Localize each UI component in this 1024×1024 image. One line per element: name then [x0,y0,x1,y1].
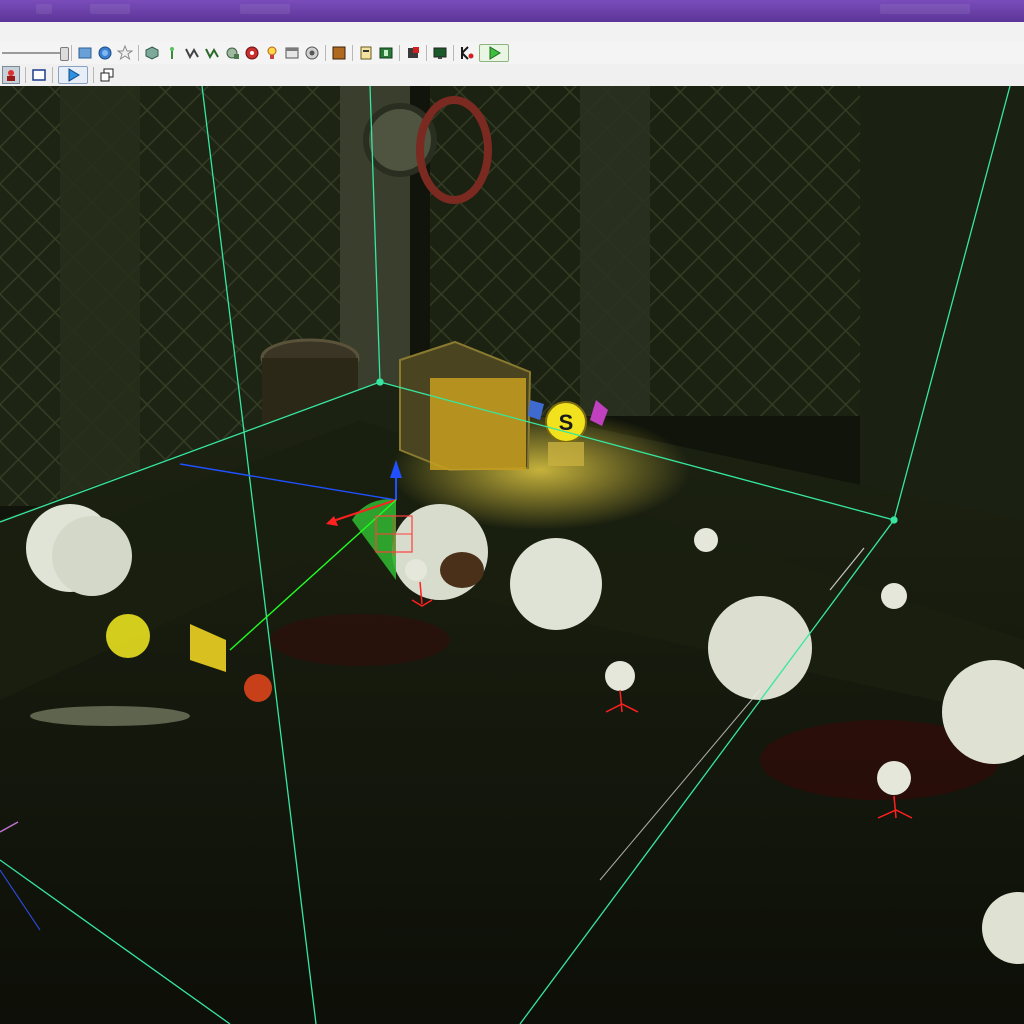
metal-pillar [60,86,140,516]
decal-sprite-small [694,528,718,552]
corner-pillar [860,86,1024,526]
globe-icon[interactable] [97,45,113,61]
texture-icon[interactable] [331,45,347,61]
actor-red-icon[interactable] [2,66,20,84]
viewport-toolbar [0,64,1024,87]
red-object [244,674,272,702]
viewport-frame-icon[interactable] [31,67,47,83]
play-icon[interactable] [479,44,509,62]
decal-sprite-small [405,559,427,581]
toolbar-separator [138,45,139,61]
play-blue-icon[interactable] [58,66,88,84]
script-icon[interactable] [358,45,374,61]
decal-sprite [708,596,812,700]
kismet-icon[interactable] [459,45,475,61]
mesh-icon[interactable] [144,45,160,61]
pin-icon[interactable] [164,45,180,61]
export-icon[interactable] [405,45,421,61]
editor-toolbar [0,42,1024,65]
path-icon[interactable] [184,45,200,61]
viewport-scene: S [0,86,1024,1024]
title-bar-ghost-text [36,4,52,14]
toolbar-separator [25,67,26,83]
decal-sprite-small [877,761,911,795]
yellow-light-sprite [106,614,150,658]
blood-stain [270,614,450,666]
decal-sprite-small [605,661,635,691]
window-title-bar [0,0,1024,22]
metal-pillar [580,86,650,416]
film-icon[interactable] [378,45,394,61]
toolbar-separator [399,45,400,61]
decal-sprite-dark [440,552,484,588]
lightbulb-icon[interactable] [264,45,280,61]
3d-viewport[interactable]: S [0,86,1024,1024]
sound-icon[interactable] [304,45,320,61]
gear-red-icon[interactable] [244,45,260,61]
crate-grid-panel [430,378,526,470]
window-icon[interactable] [284,45,300,61]
pickup-base [548,442,584,466]
monitor-icon[interactable] [432,45,448,61]
title-bar-ghost-text [240,4,290,14]
menu-strip [0,22,1024,43]
pickup-letter: S [559,410,574,435]
maximize-icon[interactable] [99,67,115,83]
toolbar-separator [426,45,427,61]
camera-icon[interactable] [224,45,240,61]
slider-track [2,52,68,54]
toolbar-separator [93,67,94,83]
toolbar-separator [71,45,72,61]
toolbar-separator [352,45,353,61]
slider-thumb[interactable] [60,47,69,61]
decal-sprite [510,538,602,630]
decal-sprite [52,516,132,596]
path-alt-icon[interactable] [204,45,220,61]
toolbar-separator [52,67,53,83]
star-icon[interactable] [117,45,133,61]
floor-light-spot [30,706,190,726]
toolbar-separator [325,45,326,61]
folder-view-icon[interactable] [77,45,93,61]
decal-sprite-small [881,583,907,609]
toolbar-separator [453,45,454,61]
title-bar-ghost-text [880,4,970,14]
camera-speed-slider[interactable] [2,46,69,61]
title-bar-ghost-text [90,4,130,14]
